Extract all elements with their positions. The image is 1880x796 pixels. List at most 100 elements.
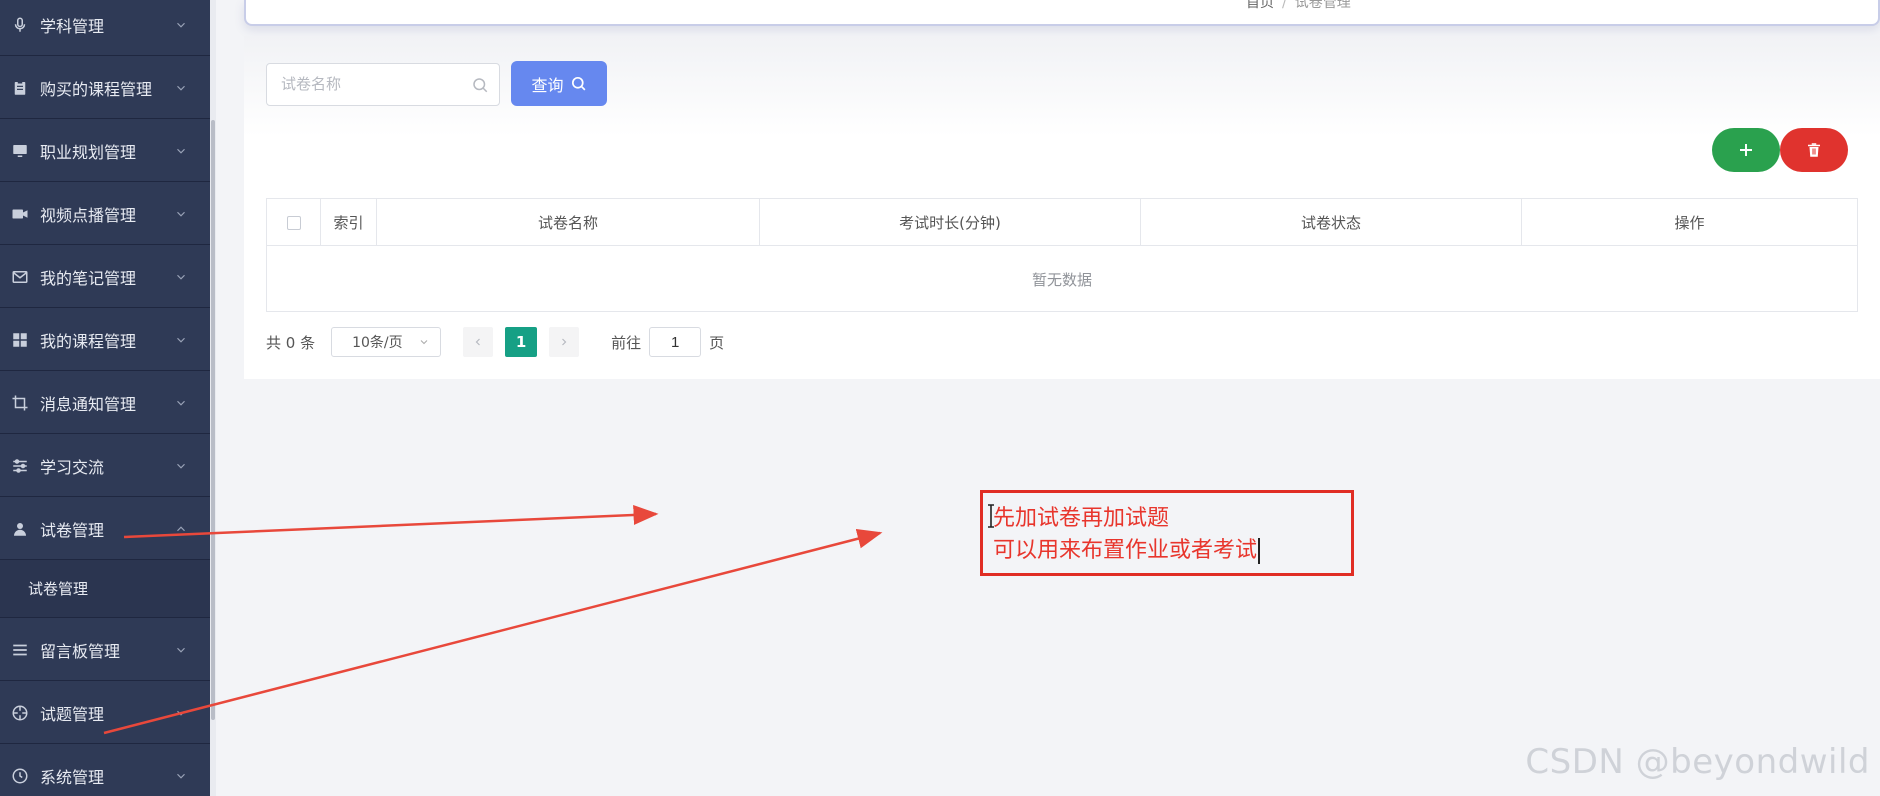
- arrow-to-note: [103, 528, 883, 735]
- grid-icon: [10, 330, 30, 350]
- list-icon: [10, 640, 30, 660]
- chevron-down-icon: [420, 340, 428, 345]
- annotation-line-2: 可以用来布置作业或者考试: [993, 535, 1351, 567]
- sidebar-item-label: 留言板管理: [40, 641, 121, 661]
- breadcrumb-home[interactable]: 首页: [1246, 0, 1274, 11]
- sidebar-subitem-label: 试卷管理: [28, 580, 89, 598]
- goto-page-input[interactable]: [649, 327, 702, 357]
- sliders-icon: [10, 456, 30, 476]
- total-count: 共 0 条: [266, 333, 316, 352]
- column-header-status[interactable]: 试卷状态: [1141, 199, 1522, 246]
- text-cursor: [1258, 538, 1261, 564]
- query-button-label: 查询: [531, 77, 564, 95]
- search-input[interactable]: [267, 64, 467, 105]
- page-size-select[interactable]: 10条/页: [331, 327, 442, 357]
- chevron-down-icon: [174, 643, 188, 657]
- top-header: 首页 / 试卷管理: [244, 0, 1880, 26]
- sidebar-item-label: 我的课程管理: [40, 331, 137, 351]
- exam-paper-table: 索引 试卷名称 考试时长(分钟) 试卷状态 操作 暂无数据: [266, 198, 1858, 312]
- microphone-icon: [10, 15, 30, 35]
- column-header-duration[interactable]: 考试时长(分钟): [760, 199, 1141, 246]
- column-header-actions: 操作: [1674, 214, 1705, 232]
- sidebar-scrollbar[interactable]: [210, 0, 216, 796]
- prev-page-button[interactable]: [463, 327, 494, 357]
- ibeam-cursor-icon: [988, 504, 994, 528]
- chevron-down-icon: [174, 769, 188, 783]
- query-button[interactable]: 查询: [511, 61, 607, 106]
- chevron-down-icon: [174, 144, 188, 158]
- crop-icon: [10, 393, 30, 413]
- chevron-down-icon: [174, 706, 188, 720]
- monitor-icon: [10, 141, 30, 161]
- sidebar-item-notifications[interactable]: 消息通知管理: [0, 372, 210, 434]
- sidebar-item-system[interactable]: 系统管理: [0, 745, 210, 796]
- sidebar-item-label: 我的笔记管理: [40, 268, 137, 288]
- annotation-note: 先加试卷再加试题 可以用来布置作业或者考试: [980, 490, 1354, 576]
- aperture-icon: [10, 703, 30, 723]
- page-suffix: 页: [709, 333, 725, 352]
- sidebar-item-career-planning[interactable]: 职业规划管理: [0, 120, 210, 182]
- chevron-down-icon: [174, 18, 188, 32]
- sidebar-item-message-board[interactable]: 留言板管理: [0, 619, 210, 681]
- select-all-checkbox[interactable]: [286, 215, 301, 230]
- sidebar-item-study-exchange[interactable]: 学习交流: [0, 435, 210, 497]
- plus-icon: [1740, 144, 1752, 156]
- clipboard-icon: [10, 78, 30, 98]
- goto-label: 前往: [611, 333, 642, 352]
- sidebar-item-exam-paper[interactable]: 试卷管理: [0, 498, 210, 560]
- sidebar-item-label: 试题管理: [40, 704, 105, 724]
- scrollbar-thumb[interactable]: [211, 120, 215, 720]
- paper-name-search[interactable]: [266, 63, 500, 106]
- annotation-line-1: 先加试卷再加试题: [993, 506, 1170, 531]
- chevron-down-icon: [174, 270, 188, 284]
- chevron-down-icon: [174, 81, 188, 95]
- video-camera-icon: [10, 204, 30, 224]
- chevron-up-icon: [174, 522, 188, 536]
- envelope-icon: [10, 267, 30, 287]
- sidebar-item-label: 消息通知管理: [40, 394, 137, 414]
- sidebar: 学科管理 购买的课程管理 职业规划管理 视频点播管理 我的笔记管理 我的课程管理…: [0, 0, 210, 796]
- empty-table-text: 暂无数据: [1031, 270, 1092, 289]
- breadcrumb-separator: /: [1282, 0, 1287, 11]
- sidebar-item-my-courses[interactable]: 我的课程管理: [0, 309, 210, 371]
- chevron-right-icon: [562, 338, 567, 346]
- breadcrumb: 首页 / 试卷管理: [1246, 0, 1351, 12]
- chevron-down-icon: [174, 459, 188, 473]
- sidebar-item-label: 学科管理: [40, 16, 105, 36]
- content-card: 查询 索引 试卷名称 考试时长(分钟) 试卷状态 操作 暂无数据 共 0 条 1…: [244, 36, 1880, 379]
- sidebar-item-label: 职业规划管理: [40, 142, 137, 162]
- sidebar-item-questions[interactable]: 试题管理: [0, 682, 210, 744]
- sidebar-item-label: 购买的课程管理: [40, 79, 153, 99]
- search-icon: [571, 76, 585, 91]
- sidebar-item-label: 系统管理: [40, 767, 105, 787]
- pagination: 共 0 条 10条/页 1 前往 页: [266, 326, 724, 358]
- chevron-left-icon: [475, 338, 481, 346]
- chevron-down-icon: [174, 207, 188, 221]
- search-icon: [471, 76, 489, 94]
- trash-icon: [1808, 143, 1820, 157]
- sidebar-subitem-exam-paper[interactable]: 试卷管理: [0, 560, 210, 618]
- chevron-down-icon: [174, 333, 188, 347]
- clock-icon: [10, 766, 30, 786]
- watermark: CSDN @beyondwild: [1525, 742, 1870, 782]
- column-header-paper-name[interactable]: 试卷名称: [377, 199, 760, 246]
- page-number-current[interactable]: 1: [505, 327, 538, 357]
- add-button[interactable]: [1712, 128, 1780, 172]
- sidebar-item-label: 视频点播管理: [40, 205, 137, 225]
- column-header-index[interactable]: 索引: [321, 199, 377, 246]
- breadcrumb-current: 试卷管理: [1294, 0, 1351, 11]
- next-page-button[interactable]: [549, 327, 580, 357]
- sidebar-item-video-on-demand[interactable]: 视频点播管理: [0, 183, 210, 245]
- page-size-value: 10条/页: [352, 335, 403, 351]
- sidebar-item-label: 学习交流: [40, 457, 105, 477]
- select-all-cell: [267, 199, 321, 246]
- sidebar-item-purchased-courses[interactable]: 购买的课程管理: [0, 57, 210, 119]
- sidebar-item-my-notes[interactable]: 我的笔记管理: [0, 246, 210, 308]
- annotation-line-2-text: 可以用来布置作业或者考试: [993, 538, 1258, 563]
- sidebar-item-label: 试卷管理: [40, 520, 105, 540]
- chevron-down-icon: [174, 396, 188, 410]
- delete-button[interactable]: [1780, 128, 1848, 172]
- user-icon: [10, 519, 30, 539]
- table-header: 索引 试卷名称 考试时长(分钟) 试卷状态 操作: [267, 199, 1857, 246]
- sidebar-item-subject[interactable]: 学科管理: [0, 0, 210, 56]
